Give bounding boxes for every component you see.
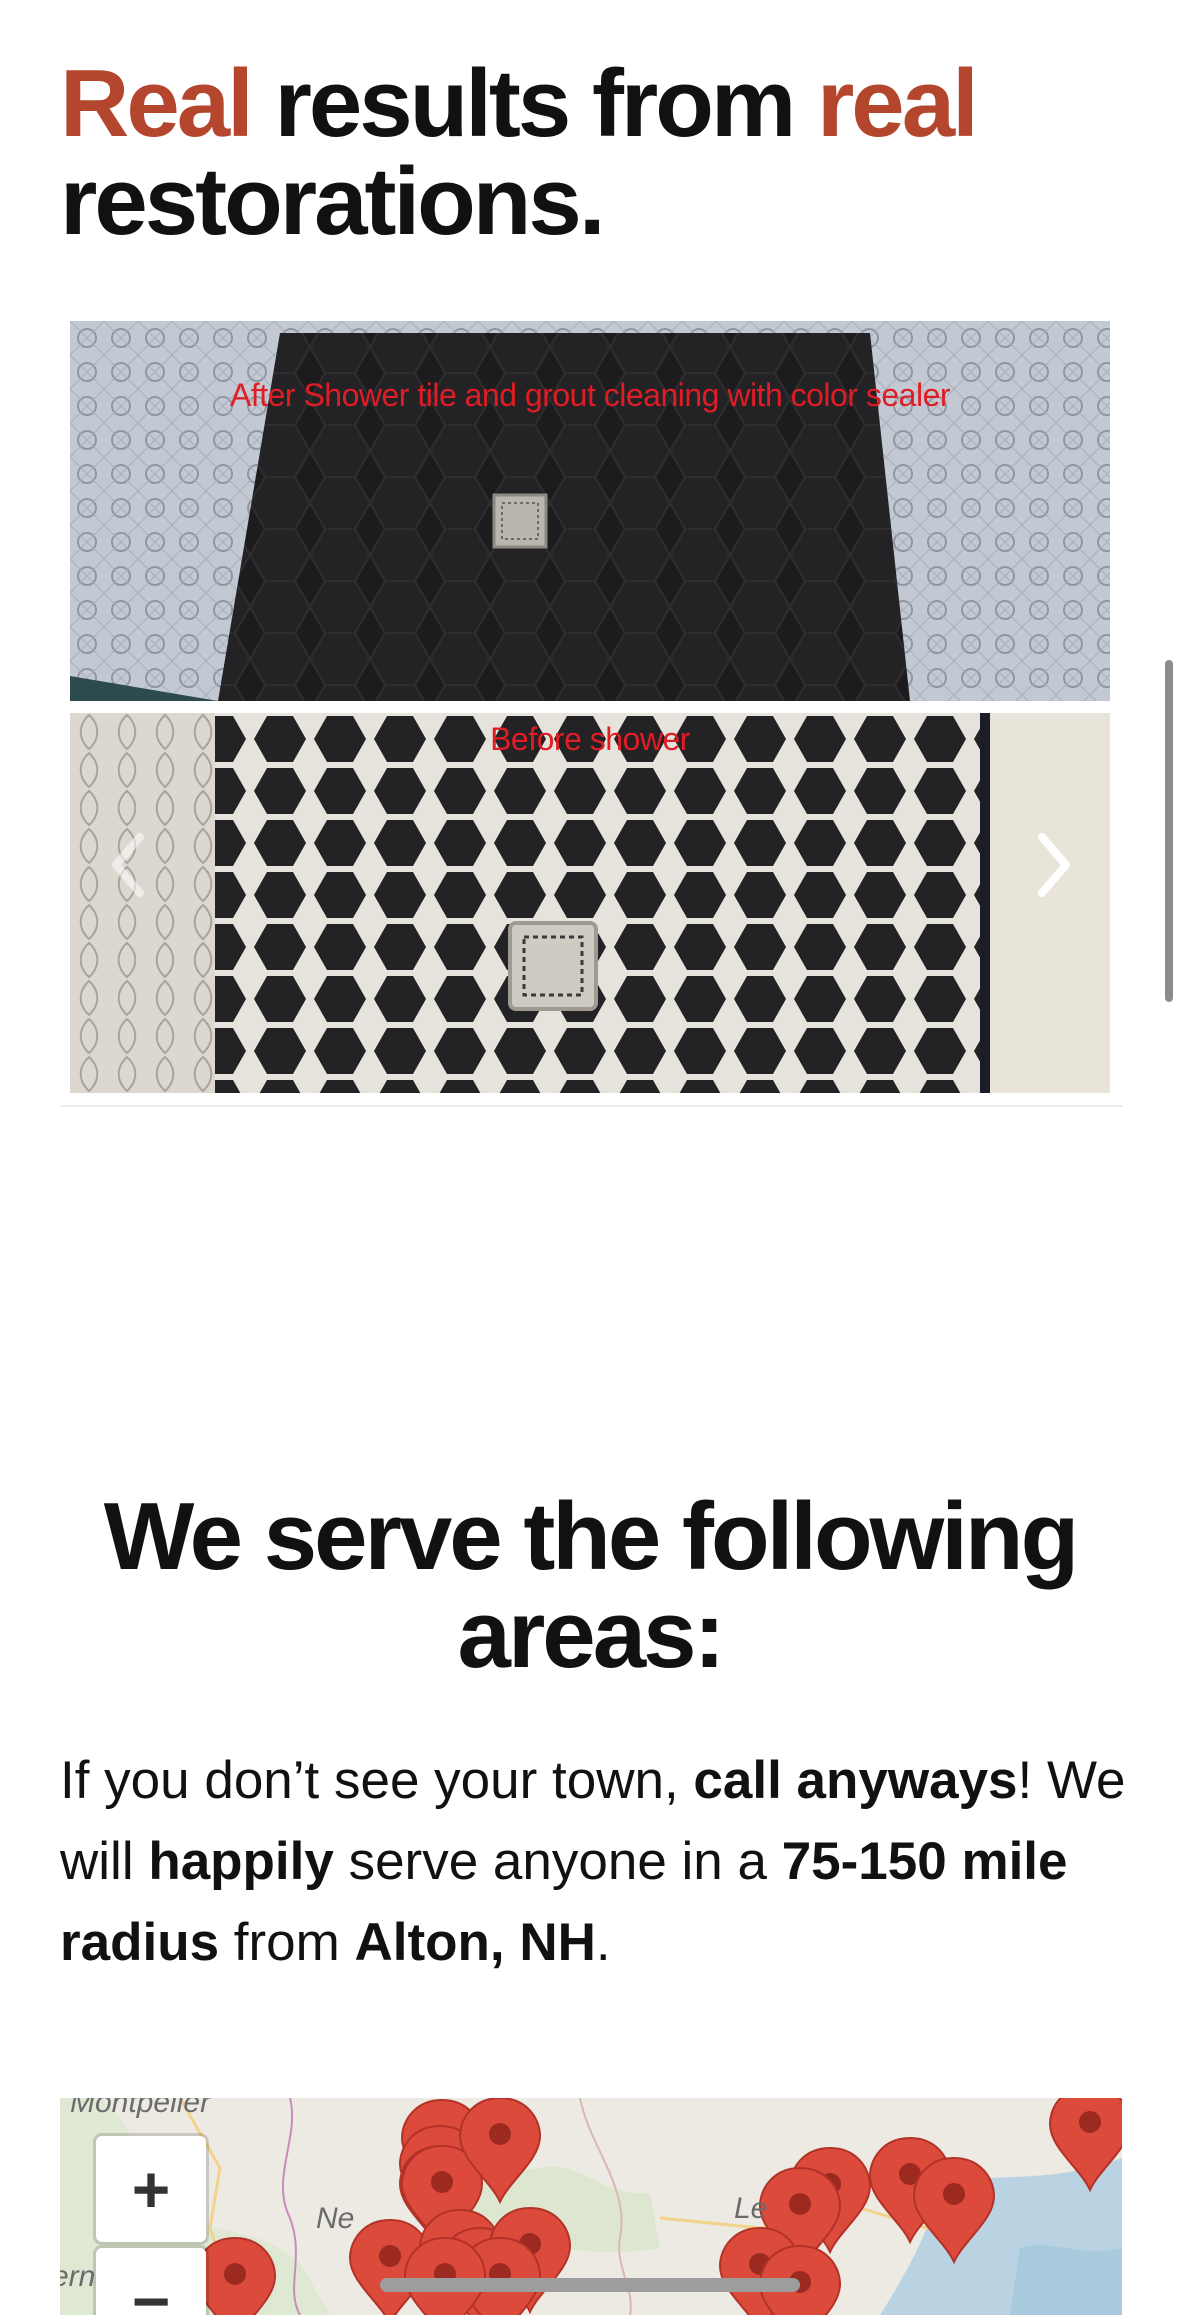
results-heading-end: restorations. xyxy=(60,148,605,255)
areas-text-4: from xyxy=(219,1913,355,1972)
map-label-le: Le xyxy=(734,2192,768,2225)
map-label-montpelier: Montpelier xyxy=(70,2098,211,2119)
before-photo: Before shower xyxy=(70,713,1110,1093)
gallery-prev-button[interactable] xyxy=(100,825,156,905)
chevron-right-icon xyxy=(1038,833,1070,897)
areas-text-alton: Alton, NH xyxy=(354,1913,596,1972)
results-heading-word-real: Real xyxy=(60,50,254,157)
areas-text-call-anyways: call anyways xyxy=(693,1751,1018,1810)
home-indicator[interactable] xyxy=(380,2278,800,2292)
areas-text-3: serve anyone in a xyxy=(333,1832,782,1891)
map-label-ern: ern xyxy=(60,2260,96,2293)
map-label-ne: Ne xyxy=(316,2202,355,2235)
before-after-gallery[interactable]: After Shower tile and grout cleaning wit… xyxy=(60,315,1122,1107)
map-zoom-out-button[interactable]: − xyxy=(96,2248,206,2315)
chevron-left-icon xyxy=(112,833,144,897)
results-heading: Real results from real restorations. xyxy=(60,55,1140,251)
results-heading-middle: results from xyxy=(250,50,817,157)
map-zoom-in-button[interactable]: + xyxy=(96,2136,206,2242)
areas-text-5: . xyxy=(595,1913,611,1972)
gallery-next-button[interactable] xyxy=(1026,825,1082,905)
areas-text-happily: happily xyxy=(148,1832,334,1891)
before-caption: Before shower xyxy=(490,721,690,757)
areas-description: If you don’t see your town, call anyways… xyxy=(60,1740,1130,1983)
after-caption: After Shower tile and grout cleaning wit… xyxy=(229,377,951,413)
results-heading-word-real-2: real xyxy=(816,50,979,157)
page-scrollbar[interactable] xyxy=(1165,660,1173,1002)
areas-text-1: If you don’t see your town, xyxy=(60,1751,694,1810)
areas-heading: We serve the following areas: xyxy=(103,1483,1079,1688)
after-photo: After Shower tile and grout cleaning wit… xyxy=(70,321,1110,701)
